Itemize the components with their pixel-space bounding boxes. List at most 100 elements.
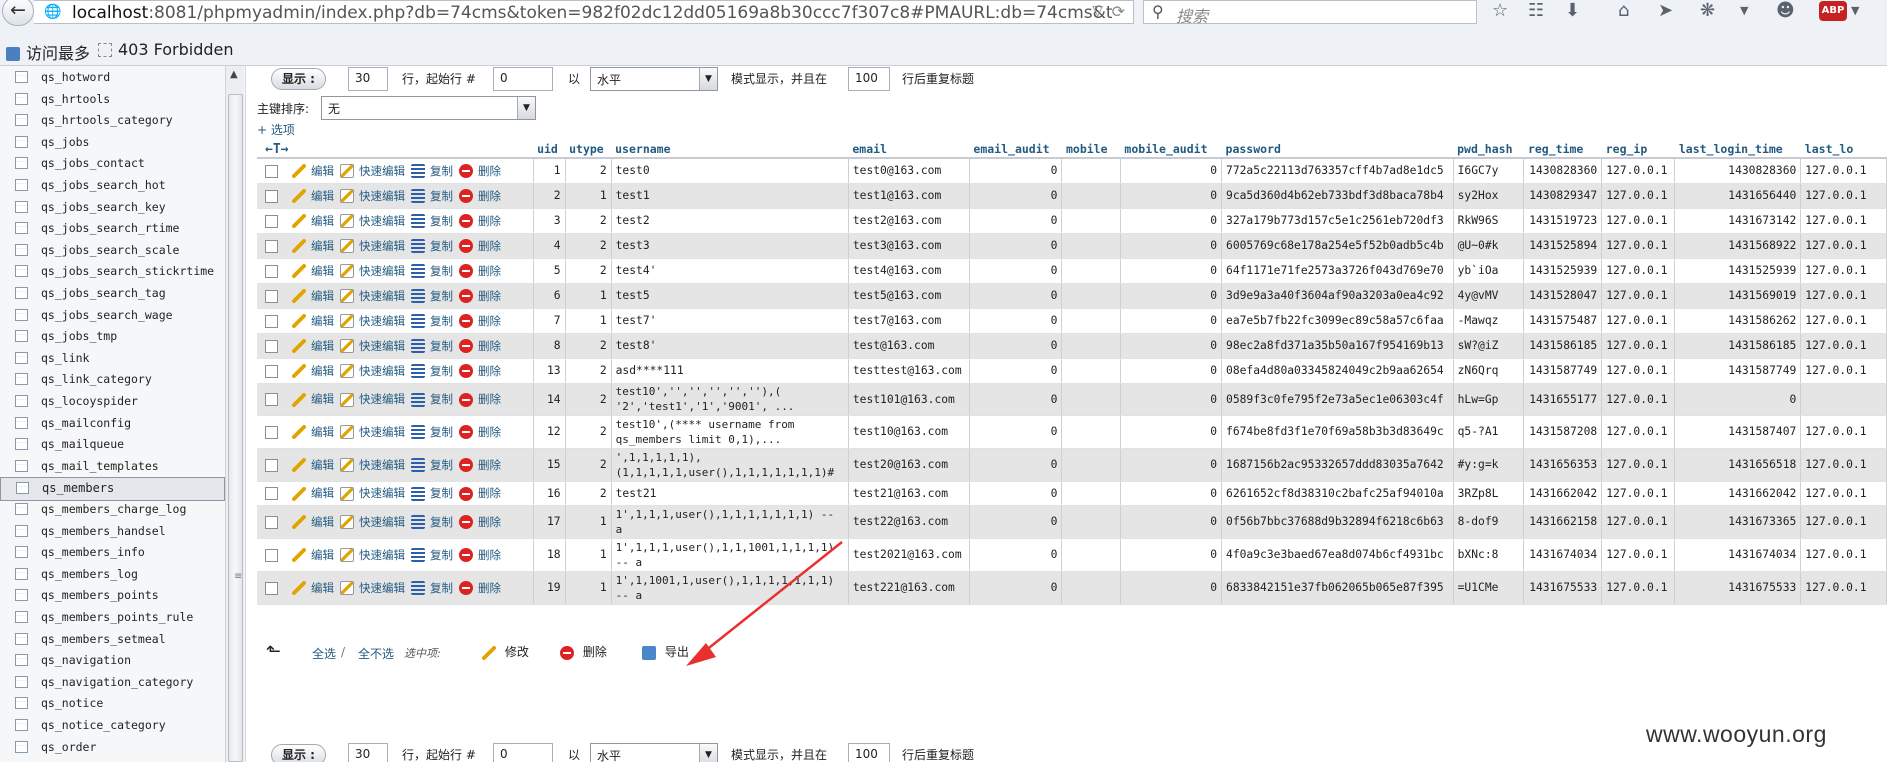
start-row-input[interactable]: 0	[493, 67, 553, 91]
back-button[interactable]: ←	[2, 0, 34, 26]
edit-link[interactable]: 编辑	[286, 458, 334, 472]
quick-edit-link[interactable]: 快速编辑	[334, 548, 405, 562]
cell-username[interactable]: test3	[611, 233, 849, 259]
modify-button[interactable]: 修改	[476, 643, 529, 660]
cell-last-lo[interactable]: 127.0.0.1	[1800, 183, 1887, 209]
cell-reg-ip[interactable]: 127.0.0.1	[1601, 233, 1676, 259]
sidebar-table-qs_members_log[interactable]: qs_members_log	[0, 564, 225, 585]
cell-mobile[interactable]	[1061, 258, 1121, 284]
cell-last-lo[interactable]: 127.0.0.1	[1800, 538, 1887, 572]
cell-uid[interactable]: 15	[533, 448, 566, 482]
copy-link[interactable]: 复制	[405, 214, 453, 228]
cell-username[interactable]: test5	[611, 283, 849, 309]
cell-last-login-time[interactable]: 1431656440	[1674, 183, 1802, 209]
cell-pwd-hash[interactable]: hLw=Gp	[1453, 383, 1525, 416]
sidebar-table-qs_jobs_contact[interactable]: qs_jobs_contact	[0, 153, 225, 174]
cell-password[interactable]: 64f1171e71fe2573a3726f043d769e70	[1221, 258, 1454, 284]
sidebar-scrollbar[interactable]: ▲ ≡	[225, 66, 244, 762]
edit-link[interactable]: 编辑	[286, 239, 334, 253]
cell-password[interactable]: 3d9e9a3a40f3604af90a3203a0ea4c92	[1221, 283, 1454, 309]
cell-mobile[interactable]	[1061, 571, 1121, 605]
cell-uid[interactable]: 3	[533, 208, 566, 234]
copy-link[interactable]: 复制	[405, 515, 453, 529]
cell-password[interactable]: 327a179b773d157c5e1c2561eb720df3	[1221, 208, 1454, 234]
cell-mobile[interactable]	[1061, 283, 1121, 309]
row-checkbox[interactable]	[265, 487, 278, 500]
row-checkbox[interactable]	[265, 425, 278, 439]
cell-reg-ip[interactable]: 127.0.0.1	[1601, 448, 1676, 482]
cell-username[interactable]: 1',1,1,1,user(),1,1,1001,1,1,1,1) -- a	[611, 538, 849, 572]
cell-utype[interactable]: 2	[565, 158, 612, 184]
cell-utype[interactable]: 1	[565, 505, 612, 539]
cell-reg-time[interactable]: 1431662158	[1523, 505, 1603, 539]
cell-last-login-time[interactable]: 1431525939	[1674, 258, 1802, 284]
cell-email[interactable]: test221@163.com	[848, 571, 970, 605]
quick-edit-link[interactable]: 快速编辑	[334, 339, 405, 353]
cell-email[interactable]: test7@163.com	[848, 308, 970, 334]
cell-username[interactable]: test21	[611, 481, 849, 506]
bulk-delete-button[interactable]: 删除	[554, 643, 607, 660]
column-header-username[interactable]: username	[611, 141, 849, 159]
cell-mobile-audit[interactable]: 0	[1120, 358, 1223, 384]
sort-select[interactable]: 无 ▼	[321, 96, 536, 120]
cell-last-login-time[interactable]: 1431586185	[1674, 333, 1802, 359]
cell-pwd-hash[interactable]: yb`iOa	[1453, 258, 1525, 284]
sidebar-table-qs_members_charge_log[interactable]: qs_members_charge_log	[0, 499, 225, 520]
search-box[interactable]: ⚲ 搜索	[1143, 0, 1477, 26]
cell-email[interactable]: test4@163.com	[848, 258, 970, 284]
cell-email[interactable]: test5@163.com	[848, 283, 970, 309]
bookmark-403-forbidden[interactable]: 403 Forbidden	[98, 40, 234, 59]
cell-uid[interactable]: 7	[533, 308, 566, 334]
sidebar-table-qs_hotword[interactable]: qs_hotword	[0, 67, 225, 88]
quick-edit-link[interactable]: 快速编辑	[334, 486, 405, 501]
quick-edit-link[interactable]: 快速编辑	[334, 164, 405, 179]
cell-reg-time[interactable]: 1431528047	[1523, 283, 1603, 309]
cell-email-audit[interactable]: 0	[969, 415, 1063, 449]
cell-email-audit[interactable]: 0	[969, 158, 1063, 184]
cell-username[interactable]: test8'	[611, 333, 849, 359]
cell-utype[interactable]: 2	[565, 208, 612, 234]
cell-reg-ip[interactable]: 127.0.0.1	[1601, 258, 1676, 284]
cell-password[interactable]: 1687156b2ac95332657ddd83035a7642	[1221, 448, 1454, 482]
cell-password[interactable]: 772a5c22113d763357cff4b7ad8e1dc5	[1221, 158, 1454, 184]
cell-mobile[interactable]	[1061, 208, 1121, 234]
cell-email-audit[interactable]: 0	[969, 183, 1063, 209]
bug-icon[interactable]: ❋	[1700, 0, 1715, 21]
delete-link[interactable]: 删除	[453, 214, 501, 228]
cell-reg-ip[interactable]: 127.0.0.1	[1601, 538, 1676, 572]
edit-link[interactable]: 编辑	[286, 339, 334, 353]
cell-utype[interactable]: 1	[565, 308, 612, 334]
cell-mobile-audit[interactable]: 0	[1120, 505, 1223, 539]
copy-link[interactable]: 复制	[405, 458, 453, 472]
cell-mobile-audit[interactable]: 0	[1120, 233, 1223, 259]
cell-last-login-time[interactable]: 1431656518	[1674, 448, 1802, 482]
cell-uid[interactable]: 18	[533, 538, 566, 572]
quick-edit-link[interactable]: 快速编辑	[334, 581, 405, 595]
cell-last-login-time[interactable]: 1431673142	[1674, 208, 1802, 234]
cell-reg-ip[interactable]: 127.0.0.1	[1601, 383, 1676, 416]
cell-email-audit[interactable]: 0	[969, 481, 1063, 506]
cell-password[interactable]: 4f0a9c3e3baed67ea8d074b6cf4931bc	[1221, 538, 1454, 572]
sidebar-table-qs_notice[interactable]: qs_notice	[0, 693, 225, 714]
cell-username[interactable]: ',1,1,1,1,1), (1,1,1,1,1,user(),1,1,1,1,…	[611, 448, 849, 482]
cell-password[interactable]: 98ec2a8fd371a35b50a167f954169b13	[1221, 333, 1454, 359]
cell-pwd-hash[interactable]: bXNc:8	[1453, 538, 1525, 572]
row-checkbox[interactable]	[265, 239, 278, 253]
cell-last-lo[interactable]: 127.0.0.1	[1800, 505, 1887, 539]
delete-link[interactable]: 删除	[453, 581, 501, 595]
column-header-utype[interactable]: utype	[565, 141, 612, 159]
cell-email-audit[interactable]: 0	[969, 333, 1063, 359]
send-icon[interactable]: ➤	[1658, 0, 1673, 21]
copy-link[interactable]: 复制	[405, 548, 453, 562]
column-header-mobile[interactable]: mobile	[1061, 141, 1121, 159]
cell-username[interactable]: test2	[611, 208, 849, 234]
cell-email[interactable]: test2021@163.com	[848, 538, 970, 572]
reading-list-icon[interactable]: ☷	[1528, 0, 1544, 21]
cell-email-audit[interactable]: 0	[969, 538, 1063, 572]
delete-link[interactable]: 删除	[453, 458, 501, 472]
select-all-link[interactable]: 全选	[312, 645, 336, 662]
cell-reg-time[interactable]: 1430828360	[1523, 158, 1603, 184]
scroll-up-icon[interactable]: ▲	[230, 69, 238, 80]
options-link[interactable]: + 选项	[257, 121, 295, 138]
sidebar-table-qs_members[interactable]: qs_members	[0, 477, 225, 502]
